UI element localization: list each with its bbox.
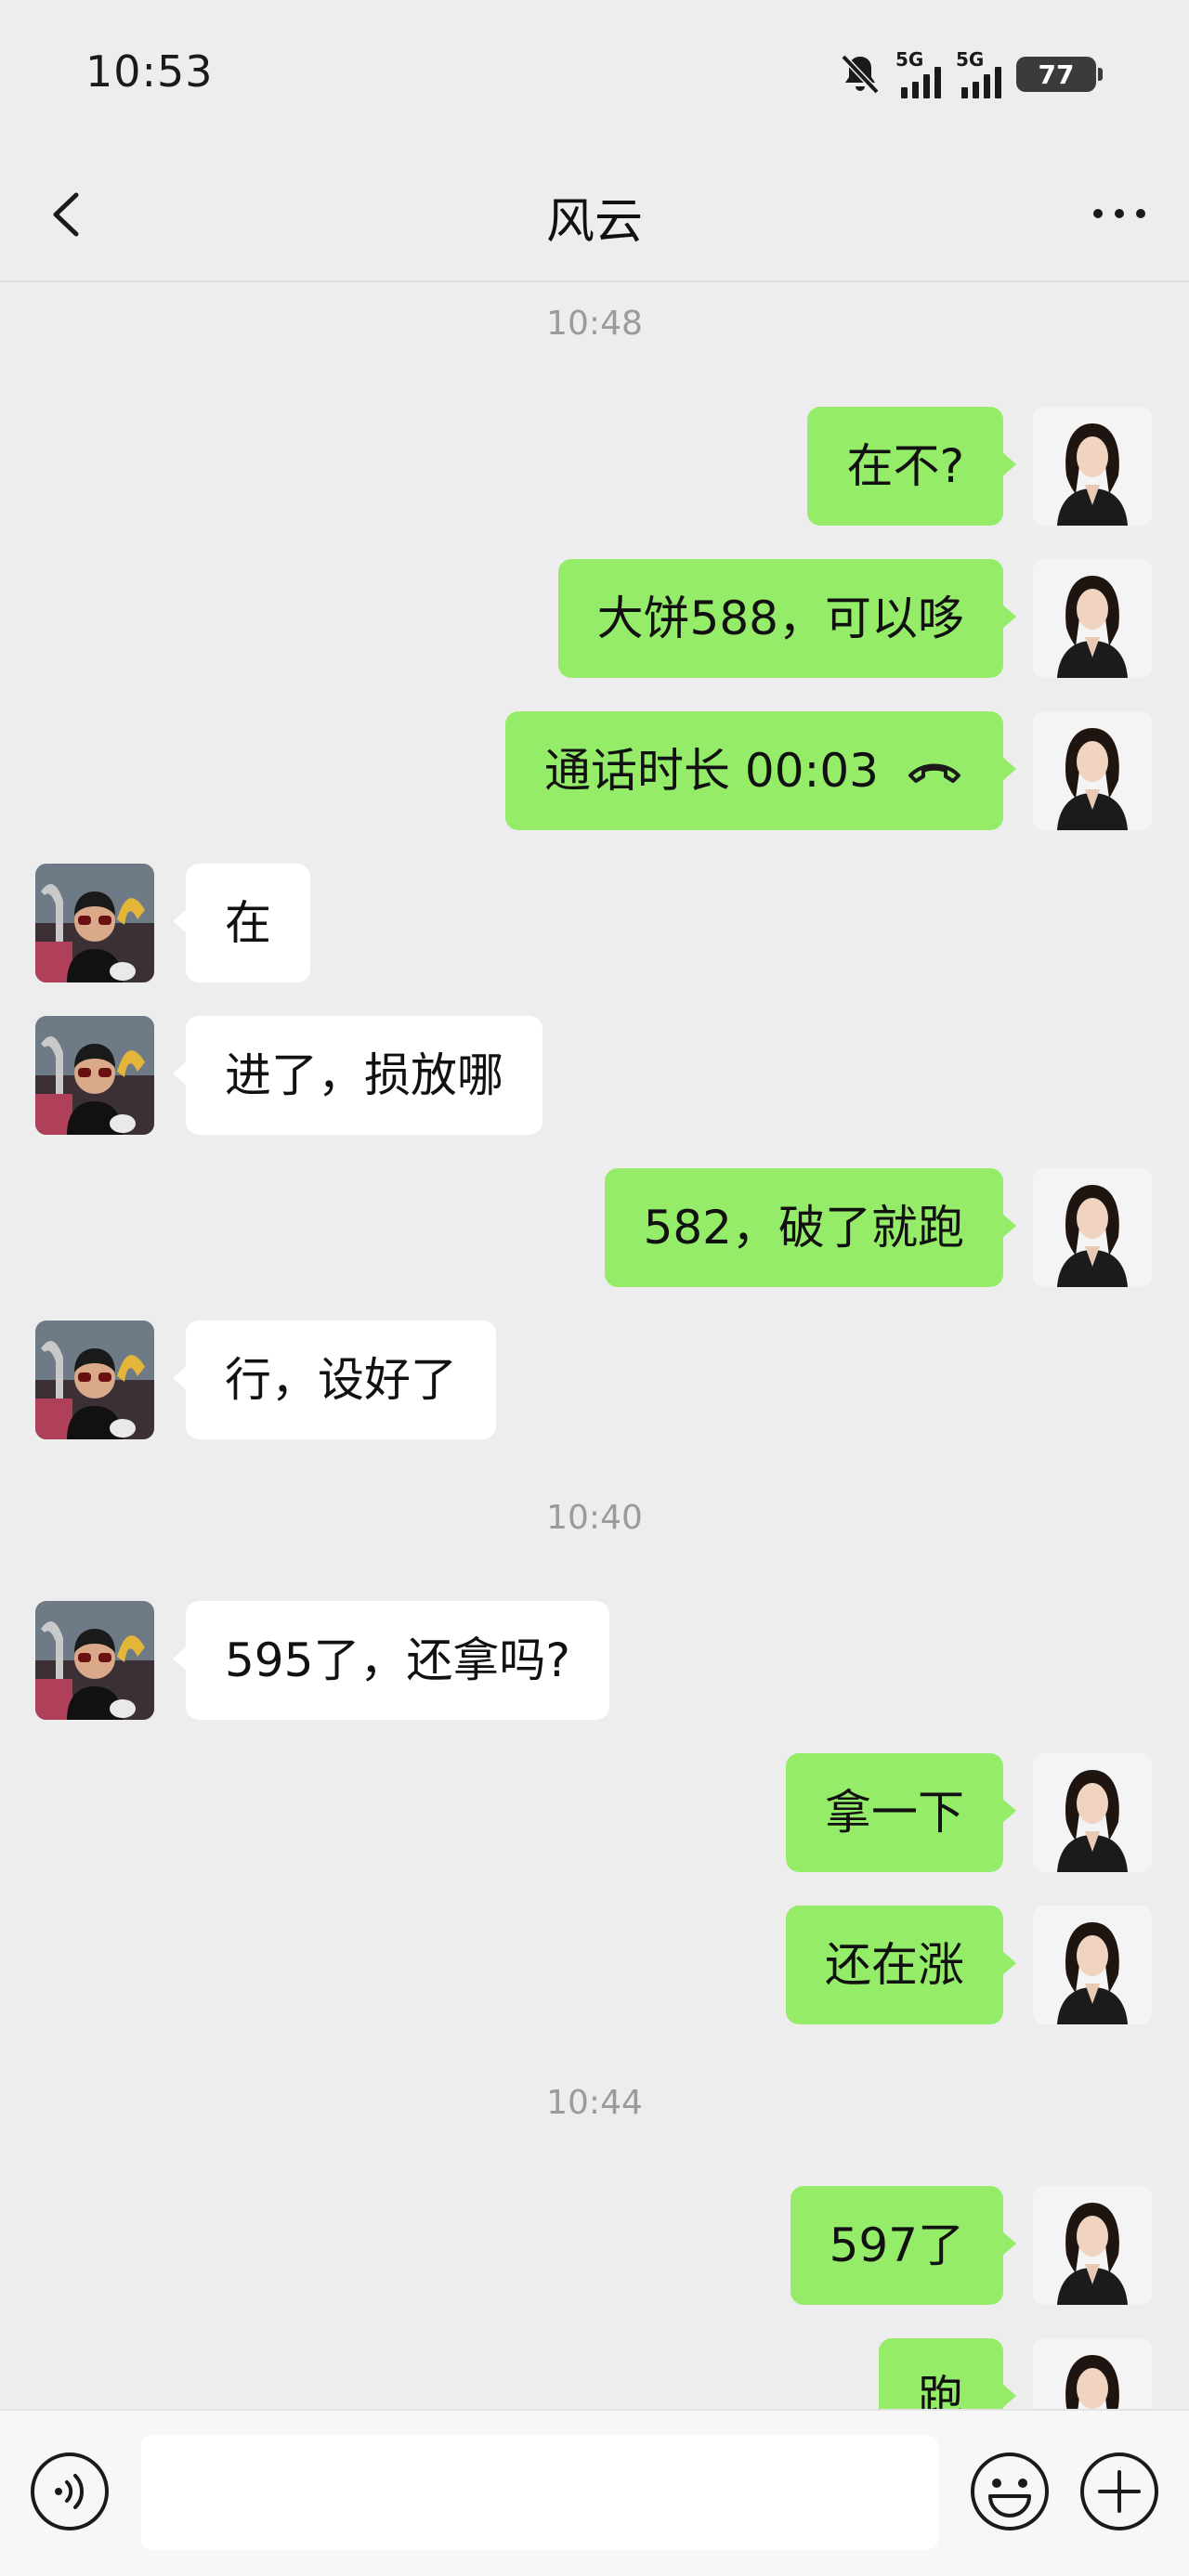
phone-hangup-icon: [908, 763, 960, 783]
status-bar: 10:53 5G 5G 77: [0, 0, 1189, 149]
avatar-woman-icon: [1033, 1753, 1152, 1872]
avatar[interactable]: [1033, 2338, 1152, 2409]
avatar[interactable]: [1033, 1168, 1152, 1287]
avatar-woman-icon: [1033, 1906, 1152, 2024]
more-button[interactable]: [1087, 186, 1152, 241]
voice-button[interactable]: [28, 2450, 111, 2533]
message-bubble[interactable]: 597了: [790, 2186, 1017, 2305]
plus-icon: [1080, 2452, 1158, 2530]
battery-level: 77: [1038, 59, 1075, 90]
avatar-child-icon: [35, 1321, 154, 1439]
avatar[interactable]: [1033, 559, 1152, 678]
input-bar: [0, 2409, 1189, 2576]
chat-header: 风云: [0, 149, 1189, 282]
message-row: 在不?: [0, 407, 1189, 526]
message-bubble[interactable]: 582，破了就跑: [604, 1168, 1017, 1287]
avatar-woman-icon: [1033, 407, 1152, 526]
message-row: 通话时长 00:03: [0, 711, 1189, 830]
timestamp: 10:44: [546, 2084, 643, 2122]
mute-bell-icon: [841, 54, 880, 95]
message-row: 582，破了就跑: [0, 1168, 1189, 1287]
chat-title: 风云: [545, 194, 643, 250]
network-label-2: 5G: [956, 48, 985, 71]
message-row: 行，设好了: [0, 1321, 1189, 1439]
avatar-child-icon: [35, 864, 154, 982]
message-bubble[interactable]: 595了，还拿吗?: [173, 1601, 609, 1720]
network-label-1: 5G: [895, 48, 924, 71]
signal-icon: 5G: [895, 48, 941, 98]
avatar[interactable]: [35, 864, 154, 982]
avatar[interactable]: [1033, 2186, 1152, 2305]
message-bubble[interactable]: 拿一下: [786, 1753, 1016, 1872]
battery-icon: 77: [1016, 57, 1103, 92]
avatar-woman-icon: [1033, 2186, 1152, 2305]
plus-button[interactable]: [1078, 2450, 1161, 2533]
call-duration-text: 通话时长 00:03: [544, 744, 879, 798]
emoji-button[interactable]: [968, 2450, 1052, 2533]
message-bubble[interactable]: 行，设好了: [173, 1321, 496, 1439]
avatar[interactable]: [35, 1016, 154, 1135]
message-row: 597了: [0, 2186, 1189, 2305]
message-row: 跑: [0, 2338, 1189, 2409]
call-record-bubble[interactable]: 通话时长 00:03: [505, 711, 1016, 830]
avatar[interactable]: [1033, 407, 1152, 526]
timestamp: 10:40: [546, 1499, 643, 1537]
message-row: 大饼588，可以哆: [0, 559, 1189, 678]
avatar-woman-icon: [1033, 559, 1152, 678]
message-bubble[interactable]: 跑: [879, 2338, 1016, 2409]
avatar[interactable]: [35, 1321, 154, 1439]
message-row: 进了，损放哪: [0, 1016, 1189, 1135]
avatar[interactable]: [35, 1601, 154, 1720]
avatar-child-icon: [35, 1016, 154, 1135]
message-bubble[interactable]: 进了，损放哪: [173, 1016, 542, 1135]
message-bubble[interactable]: 还在涨: [786, 1906, 1016, 2024]
avatar-child-icon: [35, 1601, 154, 1720]
avatar-woman-icon: [1033, 711, 1152, 830]
voice-icon: [31, 2452, 109, 2530]
message-bubble[interactable]: 在不?: [807, 407, 1016, 526]
status-icons: 5G 5G 77: [840, 46, 1103, 102]
message-row: 拿一下: [0, 1753, 1189, 1872]
message-bubble[interactable]: 大饼588，可以哆: [557, 559, 1017, 678]
message-bubble[interactable]: 在: [173, 864, 310, 982]
avatar[interactable]: [1033, 1906, 1152, 2024]
avatar-woman-icon: [1033, 1168, 1152, 1287]
signal-icon: 5G: [956, 48, 1001, 98]
message-row: 还在涨: [0, 1906, 1189, 2024]
message-row: 595了，还拿吗?: [0, 1601, 1189, 1720]
avatar[interactable]: [1033, 1753, 1152, 1872]
more-dots-icon: [1093, 209, 1145, 218]
avatar[interactable]: [1033, 711, 1152, 830]
avatar-woman-icon: [1033, 2338, 1152, 2409]
message-list[interactable]: 10:48 在不? 大饼588，可以哆 通话时长 00:03 在 进了，损放哪 …: [0, 282, 1189, 2409]
message-row: 在: [0, 864, 1189, 982]
status-time: 10:53: [85, 46, 214, 97]
emoji-icon: [971, 2452, 1049, 2530]
timestamp: 10:48: [546, 305, 643, 343]
message-input[interactable]: [141, 2435, 938, 2550]
